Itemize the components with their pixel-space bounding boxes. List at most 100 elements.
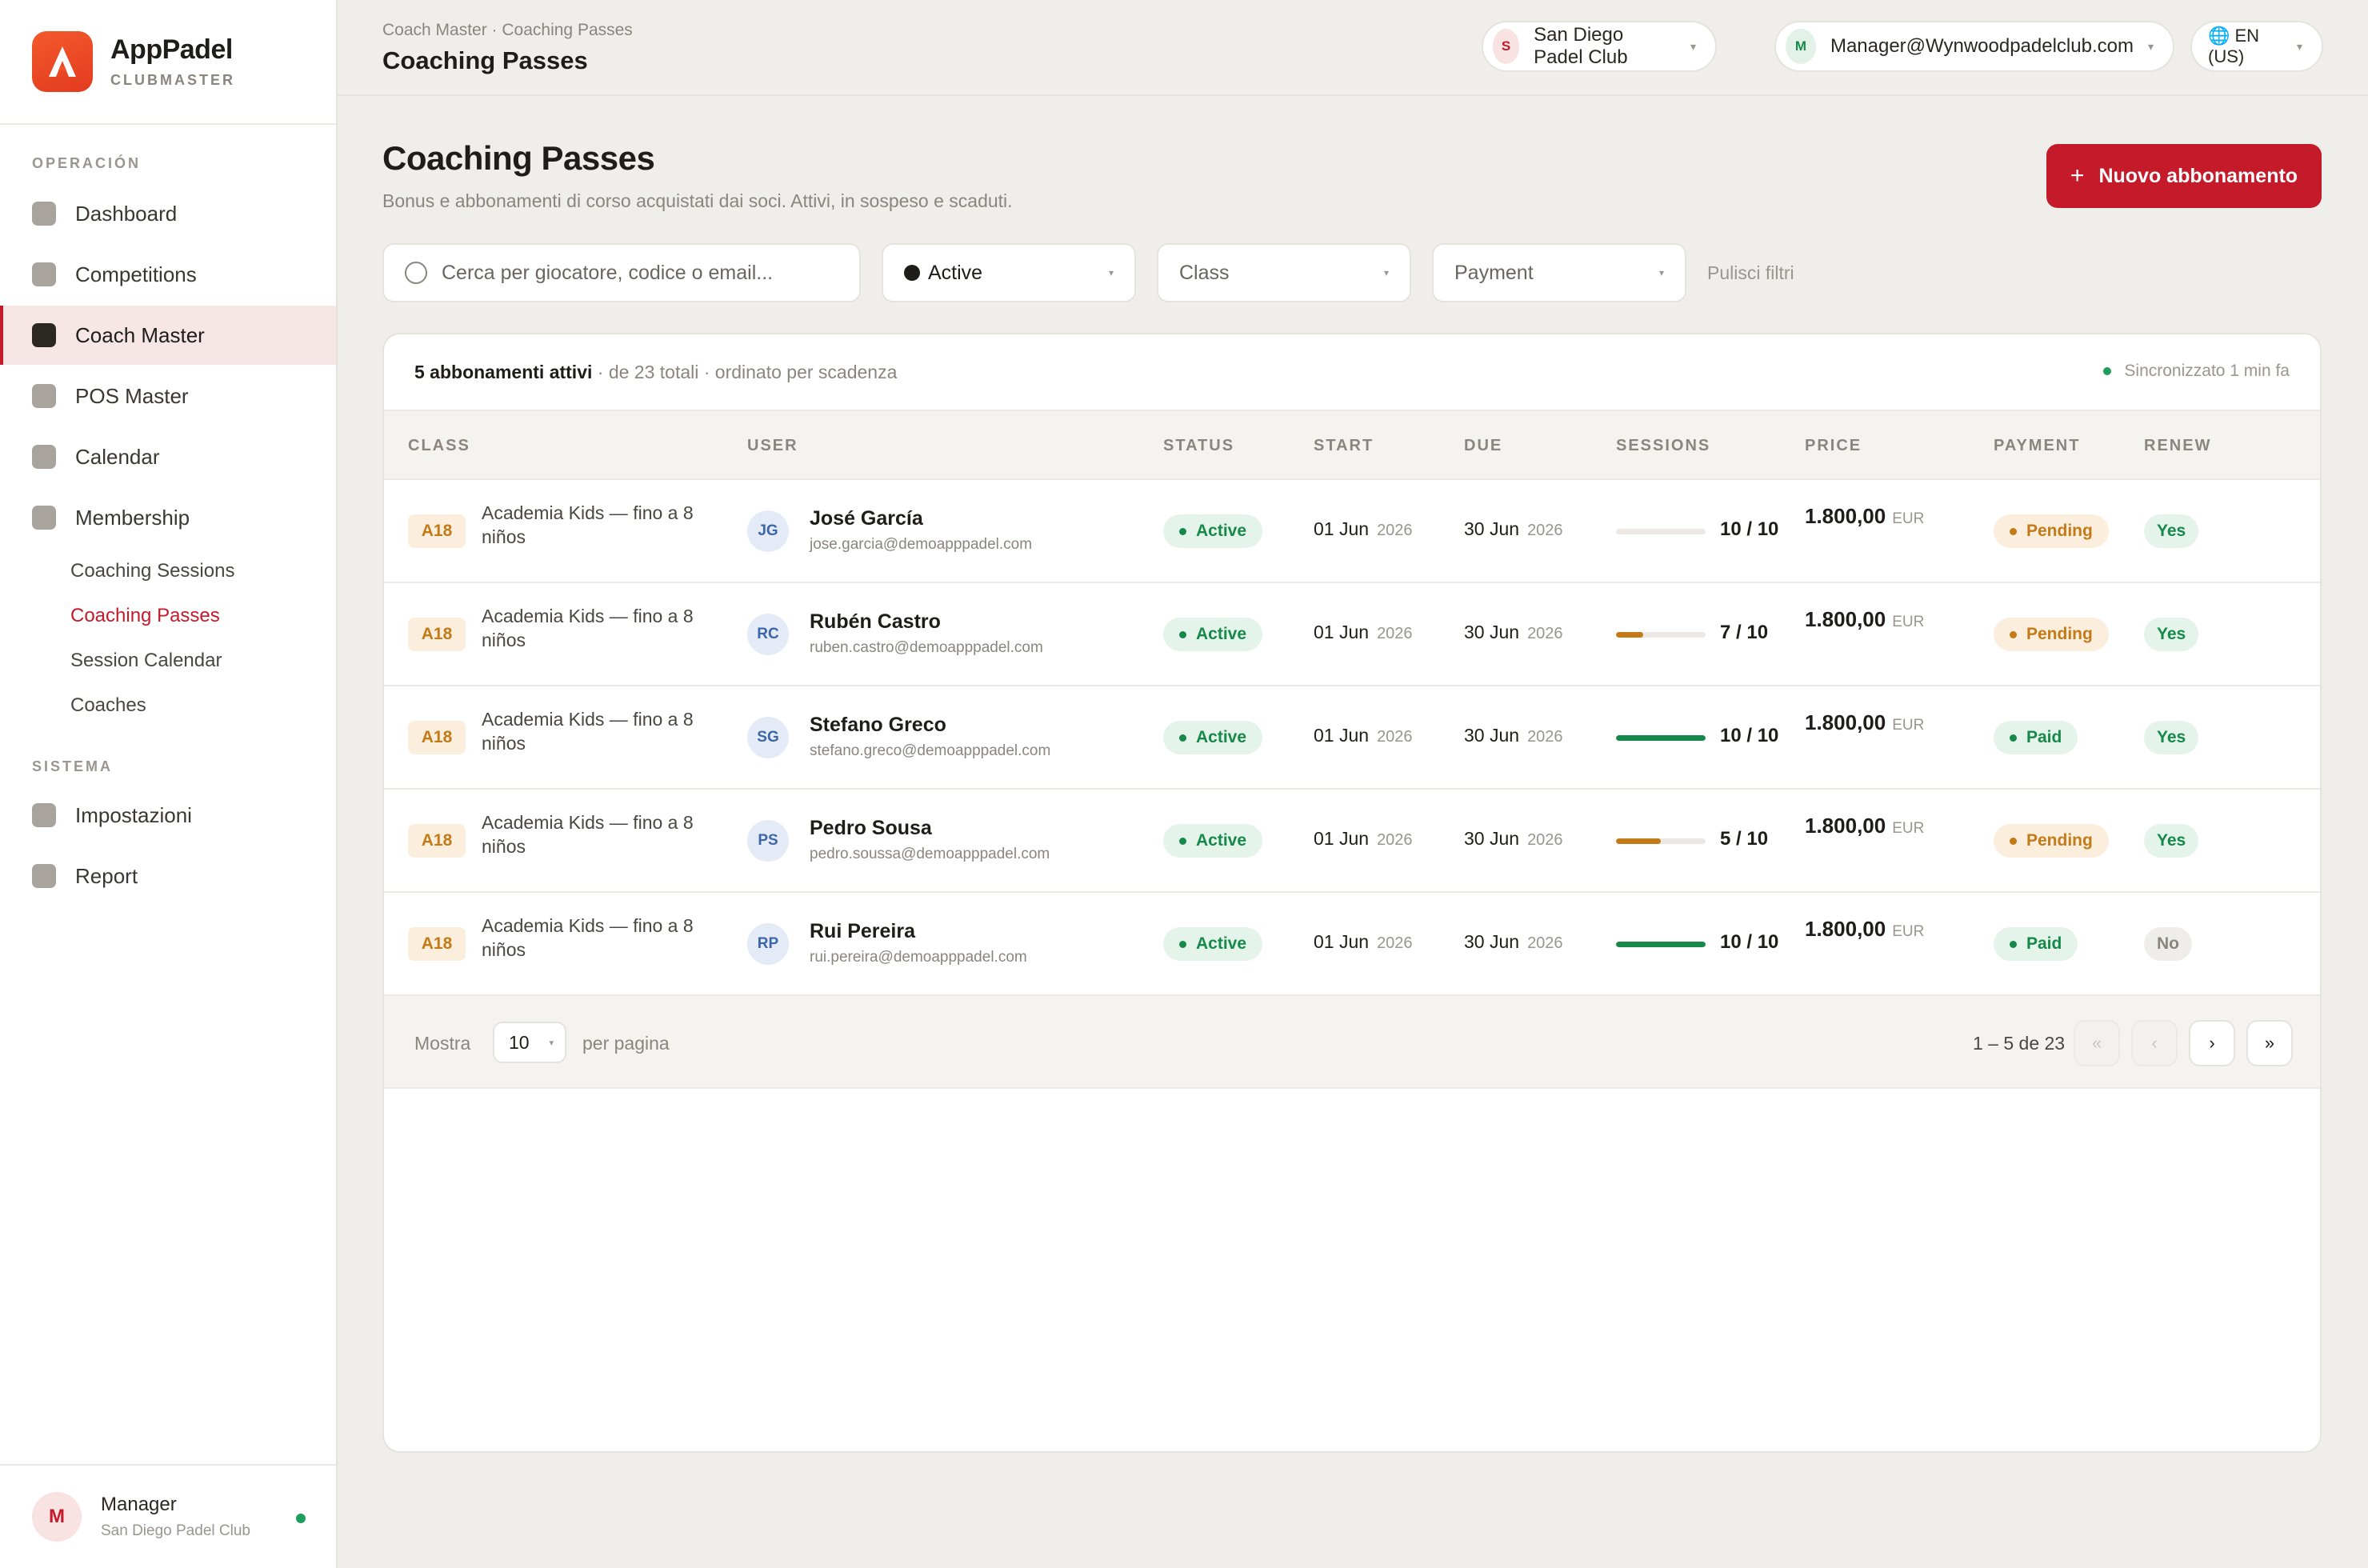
start-date: 01 Jun 2026 [1314,931,1413,953]
user-avatar: JG [747,510,789,552]
sidebar-item-coach-master[interactable]: Coach Master [0,306,336,365]
show-label: Mostra [414,1033,471,1054]
account-selector-label: Manager@Wynwoodpadelclub.com [1830,35,2134,57]
class-code-badge: A18 [408,721,466,754]
per-page-select[interactable]: 10 ▾ [493,1022,566,1063]
renew-badge-label: No [2157,934,2179,953]
first-page-button[interactable]: « [2074,1020,2120,1066]
sidebar-item-competitions[interactable]: Competitions [0,245,336,304]
due-date-day: 30 Jun [1464,622,1520,642]
payment-badge: Pending [1994,514,2109,548]
prev-page-button[interactable]: ‹ [2131,1020,2178,1066]
chevron-down-icon: ▾ [2296,39,2302,53]
search-input[interactable]: Cerca per giocatore, codice o email... [382,243,861,302]
price-amount: 1.800,00 [1805,504,1886,528]
table-row[interactable]: A18 Academia Kids — fino a 8 niños JG Jo… [384,480,2320,583]
column-header-price[interactable]: PRICE [1805,437,1862,455]
brand[interactable]: AppPadel CLUBMASTER [0,0,336,125]
user-profile[interactable]: M Manager San Diego Padel Club [0,1464,336,1568]
breadcrumb[interactable]: Coach Master · Coaching Passes [382,21,633,40]
start-date-year: 2026 [1377,728,1413,746]
subnav-coaches[interactable]: Coaches [70,694,146,717]
user-name[interactable]: Pedro Sousa [810,817,932,840]
user-club: San Diego Padel Club [101,1522,250,1539]
coach-master-icon [32,323,56,347]
start-date-year: 2026 [1377,831,1413,849]
price-amount: 1.800,00 [1805,917,1886,941]
sidebar-item-dashboard[interactable]: Dashboard [0,184,336,243]
column-header-class[interactable]: CLASS [408,437,470,455]
status-filter-value: Active [928,261,983,284]
table-row[interactable]: A18 Academia Kids — fino a 8 niños SG St… [384,686,2320,790]
class-name: Academia Kids — fino a 8 niños [482,812,694,857]
status-filter[interactable]: Active ▾ [882,243,1136,302]
price: 1.800,00 EUR [1805,607,1924,632]
chevron-down-icon: ▾ [1690,39,1696,53]
start-date-day: 01 Jun [1314,622,1370,642]
column-header-renew[interactable]: RENEW [2144,437,2211,455]
sessions-progress-bar [1616,529,1706,534]
app-logo-icon [32,31,93,92]
settings-icon [32,803,56,827]
user-name[interactable]: Rui Pereira [810,920,915,943]
avatar: M [32,1492,82,1542]
payment-badge-label: Pending [2026,625,2093,643]
sidebar-item-membership[interactable]: Membership [0,488,336,547]
status-dot-icon [904,265,920,281]
column-header-start[interactable]: START [1314,437,1374,455]
sessions-progress-bar [1616,632,1706,638]
user-name[interactable]: Stefano Greco [810,714,946,737]
status-badge: Active [1163,824,1263,858]
clear-filters-link[interactable]: Pulisci filtri [1707,262,1794,284]
due-date-year: 2026 [1527,831,1563,849]
last-page-button[interactable]: » [2246,1020,2293,1066]
sidebar-item-report[interactable]: Report [0,846,336,906]
club-selector[interactable]: S San Diego Padel Club ▾ [1482,21,1717,72]
due-date-day: 30 Jun [1464,931,1520,952]
column-header-user[interactable]: USER [747,437,798,455]
sync-dot-icon [2103,367,2112,375]
payment-badge-label: Pending [2026,522,2093,540]
column-header-due[interactable]: DUE [1464,437,1502,455]
nav-section-operations: OPERACIÓN [32,155,142,171]
subnav-coaching-passes[interactable]: Coaching Passes [70,605,220,627]
table-row[interactable]: A18 Academia Kids — fino a 8 niños PS Pe… [384,790,2320,893]
table-row[interactable]: A18 Academia Kids — fino a 8 niños RC Ru… [384,583,2320,686]
class-filter[interactable]: Class ▾ [1157,243,1411,302]
price: 1.800,00 EUR [1805,504,1924,529]
new-pass-button[interactable]: + Nuovo abbonamento [2046,144,2322,208]
account-selector[interactable]: M Manager@Wynwoodpadelclub.com ▾ [1774,21,2174,72]
price: 1.800,00 EUR [1805,710,1924,735]
renew-badge-label: Yes [2157,831,2186,850]
next-page-button[interactable]: › [2189,1020,2235,1066]
payment-badge: Pending [1994,618,2109,651]
payment-filter-value: Payment [1454,261,1534,284]
column-header-payment[interactable]: PAYMENT [1994,437,2080,455]
sidebar-item-settings[interactable]: Impostazioni [0,786,336,845]
start-date-year: 2026 [1377,625,1413,642]
user-name[interactable]: Rubén Castro [810,610,941,634]
start-date: 01 Jun 2026 [1314,518,1413,540]
user-email: ruben.castro@demoapppadel.com [810,639,1043,656]
sidebar-item-label: Dashboard [75,201,178,226]
membership-icon [32,506,56,530]
column-header-sessions[interactable]: SESSIONS [1616,437,1710,455]
subnav-coaching-sessions[interactable]: Coaching Sessions [70,560,234,582]
sidebar-item-calendar[interactable]: Calendar [0,427,336,486]
sidebar-item-label: Competitions [75,262,197,286]
competitions-icon [32,262,56,286]
payment-badge: Paid [1994,927,2078,961]
language-selector[interactable]: 🌐 EN (US) ▾ [2190,21,2323,72]
payment-filter[interactable]: Payment ▾ [1432,243,1686,302]
chevron-down-icon: ▾ [1383,267,1389,278]
sidebar-item-pos-master[interactable]: POS Master [0,366,336,426]
per-page-value: 10 [509,1031,530,1053]
sidebar-item-label: POS Master [75,383,189,408]
table-row[interactable]: A18 Academia Kids — fino a 8 niños RP Ru… [384,893,2320,996]
renew-badge-label: Yes [2157,728,2186,746]
column-header-status[interactable]: STATUS [1163,437,1234,455]
table-summary: 5 abbonamenti attivi · de 23 totali · or… [414,362,897,383]
due-date-day: 30 Jun [1464,518,1520,539]
subnav-session-calendar[interactable]: Session Calendar [70,650,222,672]
user-name[interactable]: José García [810,507,923,530]
